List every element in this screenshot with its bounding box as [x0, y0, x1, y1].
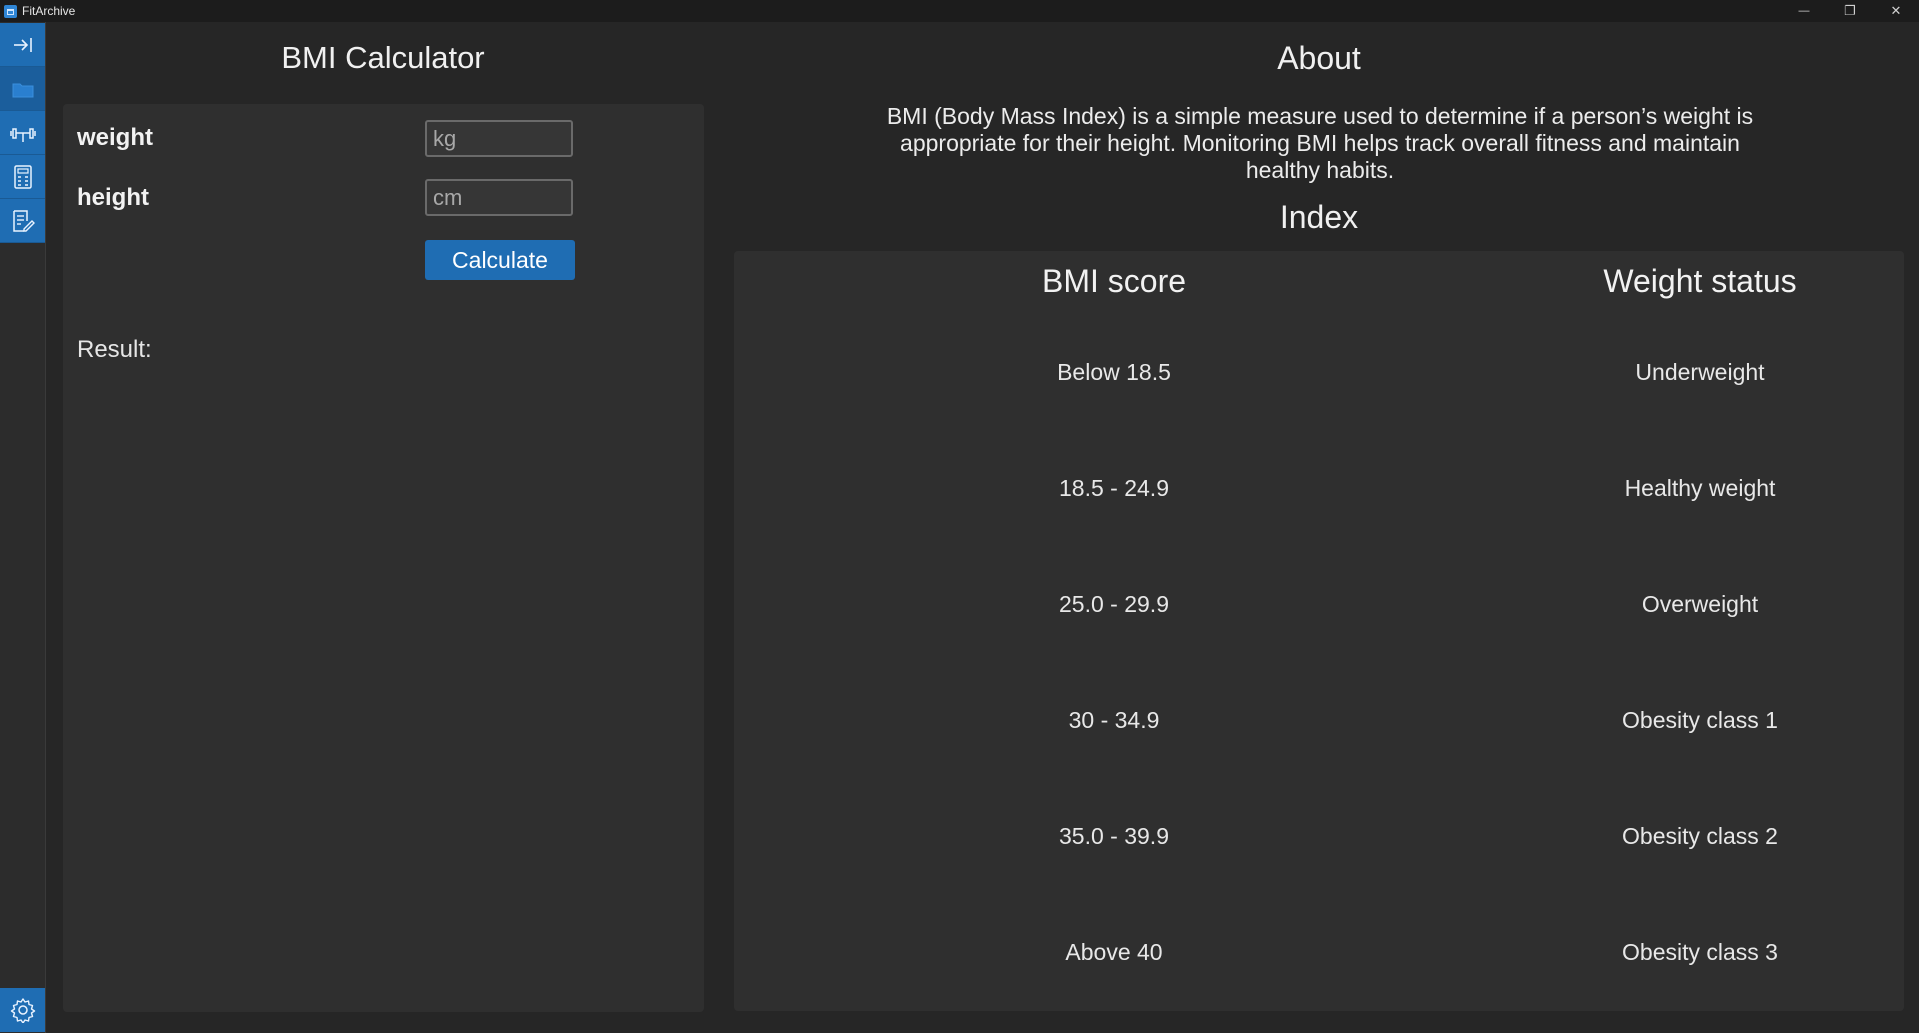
table-cell-weight-status: Healthy weight: [1624, 475, 1776, 501]
collapse-arrow-icon: [13, 37, 32, 52]
column-header-weight-status: Weight status: [1603, 263, 1797, 299]
minimize-icon: —: [1798, 5, 1810, 17]
sidebar: [0, 22, 46, 1033]
calculate-button[interactable]: Calculate: [425, 240, 575, 280]
app-logo-icon: [4, 4, 17, 18]
restore-button[interactable]: ❐: [1827, 0, 1873, 22]
gear-icon: [10, 998, 35, 1023]
title-bar: FitArchive — ❐ ✕: [0, 0, 1919, 22]
sidebar-item-workouts[interactable]: [0, 111, 45, 155]
calculator-title: BMI Calculator: [281, 40, 485, 75]
table-cell-bmi-score: 35.0 - 39.9: [1059, 823, 1169, 849]
calculator-icon: [13, 164, 32, 189]
close-button[interactable]: ✕: [1873, 0, 1919, 22]
close-icon: ✕: [1890, 3, 1902, 18]
result-label: Result:: [77, 336, 152, 363]
weight-label: weight: [77, 124, 153, 151]
settings-button[interactable]: [0, 988, 45, 1032]
window-title: FitArchive: [22, 4, 76, 18]
table-cell-weight-status: Overweight: [1641, 591, 1759, 617]
table-cell-weight-status: Obesity class 2: [1622, 823, 1778, 849]
table-cell-bmi-score: Above 40: [1065, 939, 1163, 965]
height-label: height: [77, 184, 149, 211]
bmi-index-table: BMI score Weight status Below 18.5 Under…: [734, 251, 1904, 1011]
table-cell-weight-status: Obesity class 1: [1622, 707, 1778, 733]
about-title: About: [1277, 40, 1361, 76]
weight-input[interactable]: [425, 120, 573, 157]
sidebar-collapse-button[interactable]: [0, 23, 45, 67]
minimize-button[interactable]: —: [1781, 0, 1827, 22]
dumbbell-icon: [9, 127, 36, 142]
table-cell-bmi-score: 30 - 34.9: [1068, 707, 1160, 733]
folder-icon: [12, 83, 33, 97]
table-cell-bmi-score: 18.5 - 24.9: [1059, 475, 1169, 501]
sidebar-item-folder[interactable]: [0, 67, 45, 111]
window-controls: — ❐ ✕: [1781, 0, 1919, 22]
table-cell-weight-status: Underweight: [1635, 359, 1765, 385]
column-header-bmi-score: BMI score: [1041, 263, 1187, 299]
sidebar-item-calculator[interactable]: [0, 155, 45, 199]
table-cell-bmi-score: 25.0 - 29.9: [1059, 591, 1169, 617]
table-cell-weight-status: Obesity class 3: [1622, 939, 1778, 965]
calculator-panel: weight height Calculate Result:: [63, 104, 704, 1012]
restore-icon: ❐: [1844, 3, 1856, 18]
about-text: BMI (Body Mass Index) is a simple measur…: [886, 103, 1754, 183]
index-title: Index: [1279, 199, 1359, 235]
notes-icon: [12, 209, 35, 232]
sidebar-item-notes[interactable]: [0, 199, 45, 243]
table-cell-bmi-score: Below 18.5: [1057, 359, 1171, 385]
height-input[interactable]: [425, 179, 573, 216]
